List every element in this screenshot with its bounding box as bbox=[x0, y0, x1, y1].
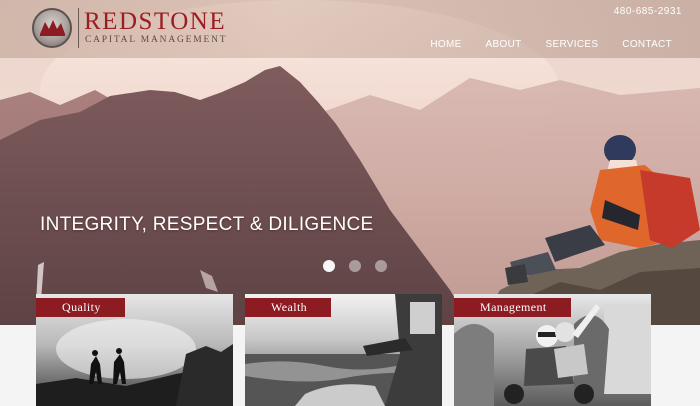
card-label: Management bbox=[454, 298, 571, 317]
nav-contact[interactable]: CONTACT bbox=[622, 39, 672, 50]
card-wealth[interactable]: Wealth bbox=[245, 294, 442, 406]
slider-dot-2[interactable] bbox=[349, 260, 361, 272]
logo-divider bbox=[78, 8, 79, 48]
slider-dots bbox=[323, 260, 387, 272]
nav-about[interactable]: ABOUT bbox=[486, 39, 522, 50]
brand-name[interactable]: REDSTONE bbox=[84, 9, 226, 35]
site-header: REDSTONE CAPITAL MANAGEMENT 480-685-2931… bbox=[0, 0, 700, 58]
slider-dot-1[interactable] bbox=[323, 260, 335, 272]
card-management[interactable]: Management bbox=[454, 294, 651, 406]
card-label: Wealth bbox=[245, 298, 332, 317]
logo-mountain-icon bbox=[40, 20, 65, 36]
main-nav: HOME ABOUT SERVICES CONTACT bbox=[430, 39, 672, 50]
card-quality[interactable]: Quality bbox=[36, 294, 233, 406]
logo-icon[interactable] bbox=[32, 8, 72, 48]
slider-dot-3[interactable] bbox=[375, 260, 387, 272]
hero-tagline: INTEGRITY, RESPECT & DILIGENCE bbox=[40, 214, 374, 235]
card-label: Quality bbox=[36, 298, 125, 317]
nav-home[interactable]: HOME bbox=[430, 39, 461, 50]
brand-subtitle: CAPITAL MANAGEMENT bbox=[85, 35, 228, 45]
phone-number[interactable]: 480-685-2931 bbox=[614, 6, 682, 17]
nav-services[interactable]: SERVICES bbox=[546, 39, 599, 50]
